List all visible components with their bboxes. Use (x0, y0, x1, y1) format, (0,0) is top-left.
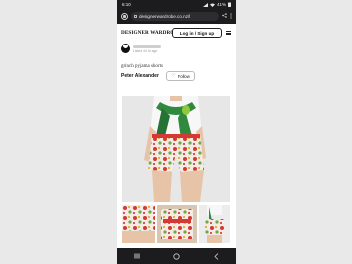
android-nav-bar (117, 248, 236, 264)
thumbnail-image[interactable] (122, 205, 155, 243)
thumbnail-image[interactable] (199, 205, 230, 243)
wifi-icon (209, 3, 215, 7)
status-time: 6:10 (122, 2, 131, 7)
status-right: 41% (202, 2, 231, 7)
heart-icon: ♡ (171, 72, 176, 79)
seller-info: Listed 44 hr ago (121, 44, 161, 53)
login-signup-button[interactable]: Log in / Sign up (172, 28, 222, 38)
battery-icon (228, 2, 231, 7)
status-left: 6:10 (122, 2, 131, 7)
lock-icon (134, 15, 137, 18)
avatar[interactable] (121, 44, 130, 53)
home-nav-icon[interactable] (171, 252, 181, 260)
signal-icon (202, 2, 208, 7)
hamburger-icon[interactable] (226, 31, 231, 36)
seller-name-redacted (133, 44, 161, 48)
url-text: designerwardrobe.co.nz/l (139, 14, 191, 19)
status-bar: 6:10 41% (117, 0, 236, 9)
follow-button[interactable]: ♡ Follow (166, 71, 195, 81)
more-icon[interactable] (230, 12, 232, 21)
back-icon[interactable] (211, 252, 221, 260)
share-icon[interactable] (222, 13, 227, 20)
home-icon[interactable] (121, 13, 128, 20)
browser-url-bar: designerwardrobe.co.nz/l (117, 9, 236, 24)
address-bar[interactable]: designerwardrobe.co.nz/l (131, 12, 219, 21)
thumbnail-image[interactable] (157, 205, 197, 243)
listing-title: grinch pyjama shorts (121, 64, 163, 69)
product-photo-illustration (144, 96, 206, 202)
phone-screen: 6:10 41% designerwardrobe.co.nz/l DESIGN… (117, 0, 236, 264)
seller-meta: Listed 44 hr ago (133, 44, 161, 53)
follow-label: Follow (177, 73, 190, 79)
listed-time: Listed 44 hr ago (133, 48, 158, 53)
product-main-photo[interactable] (122, 96, 230, 202)
designer-name[interactable]: Peter Alexander (121, 73, 159, 79)
site-header: DESIGNER WARDROBE Log in / Sign up (117, 26, 236, 40)
battery-level: 41% (216, 2, 226, 7)
recent-apps-icon[interactable] (132, 252, 142, 260)
product-thumbnails (122, 205, 230, 243)
